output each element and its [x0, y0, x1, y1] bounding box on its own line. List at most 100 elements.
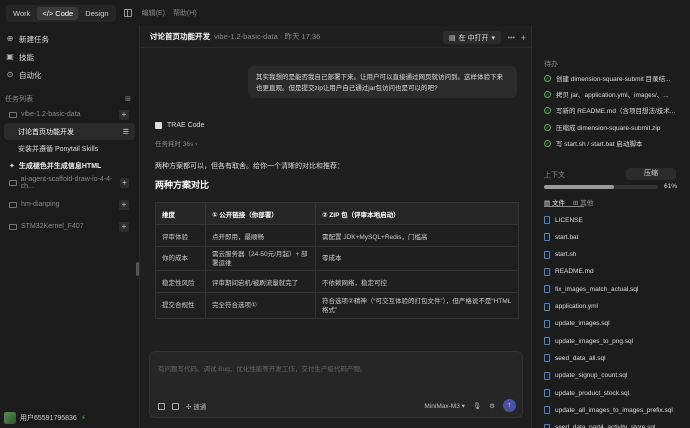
file-item[interactable]: update_all_images_to_images_prefix.sql: [544, 406, 673, 415]
avatar: [4, 412, 16, 424]
task-label: 讨论首页功能开发: [18, 128, 74, 136]
new-tab-icon[interactable]: +: [521, 33, 526, 43]
file-icon: [544, 267, 550, 276]
file-item[interactable]: update_product_stock.sql: [544, 389, 629, 397]
add-task-button[interactable]: +: [119, 221, 129, 232]
file-item[interactable]: seed_data_all.sql: [544, 354, 606, 363]
file-item[interactable]: LICENSE: [544, 216, 583, 224]
file-item[interactable]: update_images_to_png.sql: [544, 337, 633, 346]
new-task-icon: ⊕: [6, 34, 14, 43]
file-item[interactable]: start.sh: [544, 250, 576, 259]
section-title: 任务列表: [5, 96, 33, 103]
task-folder[interactable]: vibe-1.2-basic-data +: [4, 106, 135, 123]
task-folder[interactable]: STM32Kernel_F407 +: [4, 218, 135, 235]
file-item[interactable]: update_signup_count.sql: [544, 371, 627, 380]
table-cell: 评审体验: [155, 224, 206, 247]
chevron-right-icon: ›: [195, 141, 198, 148]
add-task-button[interactable]: +: [119, 109, 129, 120]
image-icon[interactable]: [172, 402, 179, 410]
file-icon: [544, 233, 550, 242]
file-name: start.bat: [555, 233, 579, 241]
file-item[interactable]: fix_images_match_actual.sql: [544, 285, 638, 294]
add-task-button[interactable]: +: [119, 177, 129, 188]
menu-edit[interactable]: 编辑(E): [142, 8, 165, 18]
agent-name: TRAE Code: [167, 122, 205, 129]
chevron-down-icon: ▾: [491, 34, 495, 42]
context-progress-fill: [544, 185, 614, 189]
more-icon[interactable]: •••: [508, 35, 515, 42]
mic-icon[interactable]: 🎙: [473, 402, 481, 410]
task-label: 生成褪色并生成信息HTML: [18, 162, 102, 170]
answer-text: 两种方案都可以，但各有取舍。给你一个清晰的对比和推荐：: [155, 163, 344, 170]
sidebar-toggle-icon[interactable]: [123, 9, 132, 17]
nav-new-task[interactable]: ⊕ 新建任务: [0, 30, 139, 48]
table-header: ② ZIP 包（评审本地启动）: [315, 202, 519, 225]
file-item[interactable]: seed_data_part4_activity_store.sql: [544, 423, 655, 428]
task-label: STM32Kernel_F407: [21, 223, 84, 230]
file-name: update_product_stock.sql: [555, 389, 630, 397]
table-cell: 符合选项②精神（“可交互体验的打包文件”），但严格说不是“HTML 格式”: [315, 292, 519, 319]
file-icon: [544, 250, 550, 259]
user-profile[interactable]: 用户65591795836 ⚡: [4, 412, 86, 424]
add-task-button[interactable]: +: [119, 199, 129, 210]
file-item[interactable]: start.bat: [544, 233, 579, 242]
task-item[interactable]: ✦ 生成褪色并生成信息HTML: [4, 157, 135, 174]
nav-automation[interactable]: ⊙ 自动化: [0, 66, 139, 84]
task-active-icon: ✦: [9, 162, 15, 170]
table-cell: 零成本: [315, 246, 519, 271]
file-icon: [544, 371, 550, 380]
user-message: 其实我想的是能否我自己部署下来。让用户可以直接通过网页就访问到。这样体验下来也更…: [248, 66, 517, 98]
context-progress-bar: [544, 185, 658, 189]
context-icon[interactable]: [158, 402, 165, 410]
tab-work[interactable]: Work: [8, 7, 35, 20]
task-duration[interactable]: 任务耗时 36s ›: [155, 138, 197, 148]
folder-icon: [9, 179, 17, 186]
tab-underline: [544, 206, 584, 207]
file-name: update_images.sql: [555, 320, 610, 328]
nav-skills[interactable]: ▣ 技能: [0, 48, 139, 66]
context-title: 上下文: [544, 172, 565, 179]
file-item[interactable]: application.yml: [544, 302, 598, 311]
todo-item: ✓ 写新的 README.md（含项目想法/技术...: [544, 105, 687, 115]
compress-button[interactable]: 压缩: [626, 168, 676, 180]
folder-icon: [9, 223, 17, 230]
check-icon: ✓: [544, 123, 551, 131]
open-in-button[interactable]: ▤ 在 中打开 ▾: [442, 31, 501, 44]
file-item[interactable]: update_images.sql: [544, 319, 610, 328]
file-name: LICENSE: [555, 216, 583, 224]
main-panel: 讨论首页功能开发 vibe-1.2-basic-data · 昨天 17:36 …: [139, 26, 531, 428]
todo-item: ✓ 压缩成 dimension-square-submit.zip: [544, 122, 687, 132]
task-menu-icon[interactable]: ☰: [123, 128, 129, 136]
task-folder[interactable]: ai-agent-scaffold-draw-io-4-4-ch... +: [4, 174, 135, 191]
file-icon: [544, 216, 550, 224]
task-label: hm-dianping: [21, 201, 60, 208]
file-icon: [544, 389, 550, 397]
task-folder[interactable]: hm-dianping +: [4, 196, 135, 213]
page-subtitle: vibe-1.2-basic-data · 昨天 17:36: [214, 32, 321, 41]
file-icon: [544, 319, 550, 328]
file-item[interactable]: README.md: [544, 267, 594, 276]
filter-icon[interactable]: ⊞: [125, 95, 131, 103]
folder-icon: [9, 111, 17, 118]
send-button[interactable]: ↑: [503, 399, 516, 412]
file-name: update_all_images_to_images_prefix.sql: [555, 406, 673, 414]
task-item[interactable]: 讨论首页功能开发 ☰: [4, 123, 135, 140]
menu-help[interactable]: 帮助(H): [173, 8, 197, 18]
table-row: 评审体验 点开即用，最顺畅 需配置 JDK+MySQL+Redis，门槛高: [155, 224, 519, 247]
tab-code[interactable]: </> Code: [37, 6, 79, 20]
file-icon: [544, 302, 550, 311]
speed-toggle[interactable]: ✣ 速通: [186, 401, 206, 411]
task-label: 安装并遵循 Ponytail Skills: [18, 145, 99, 153]
chat-input[interactable]: 有问题写代码、调试 Bug、优化性能等开发工作，交付生产级代码产物。 ✣ 速通 …: [149, 351, 523, 418]
speed-label: 速通: [193, 404, 207, 411]
folder-icon: ▤: [448, 34, 456, 42]
todo-label: 创建 dimension-square-submit 目录结...: [556, 76, 671, 83]
tab-design[interactable]: Design: [80, 7, 113, 20]
model-selector[interactable]: MiniMax-M3 ▾: [424, 402, 464, 410]
todo-item: ✓ 拷贝 jar、application.yml、images/、...: [544, 89, 687, 99]
todo-label: 压缩成 dimension-square-submit.zip: [556, 125, 661, 132]
task-item[interactable]: 安装并遵循 Ponytail Skills: [4, 140, 135, 157]
settings-icon[interactable]: ⚙: [489, 402, 495, 410]
input-placeholder: 有问题写代码、调试 Bug、优化性能等开发工作，交付生产级代码产物。: [158, 366, 367, 373]
menu-bar: 编辑(E) 帮助(H): [142, 8, 197, 18]
